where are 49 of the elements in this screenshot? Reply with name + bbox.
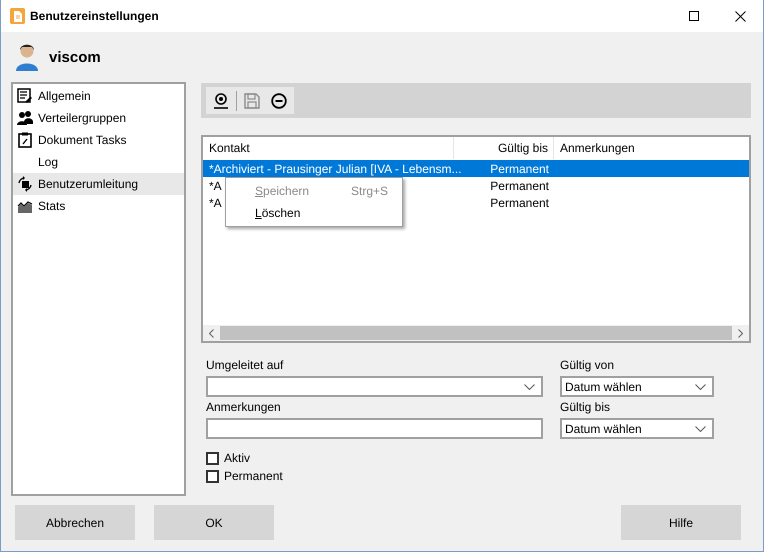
sidebar-item[interactable]: Verteilergruppen (13, 107, 184, 129)
clipboard-icon (17, 132, 33, 148)
menu-item[interactable]: Löschen (226, 202, 402, 224)
field-label: Umgeleitet auf (206, 357, 284, 374)
users-icon (17, 110, 33, 126)
checkbox[interactable] (206, 452, 219, 464)
redirect-icon (17, 176, 33, 192)
table-cell[interactable]: *Archiviert - Prausinger Julian [IVA - Lebensm... (209, 162, 462, 176)
column-header[interactable]: Anmerkungen (554, 141, 635, 155)
dialog-button[interactable]: OK (154, 505, 274, 540)
chevron-down-icon (695, 426, 706, 432)
table-cell: Permanent (490, 178, 549, 192)
column-header[interactable]: Kontakt (203, 137, 454, 159)
user-avatar-icon (15, 43, 39, 71)
sidebar-item[interactable]: Allgemein (13, 85, 184, 107)
list-edit-icon (17, 88, 33, 104)
table-cell: Permanent (490, 162, 549, 176)
chevron-down-icon (695, 384, 706, 390)
save-icon (244, 92, 260, 108)
notes-field[interactable] (206, 418, 543, 439)
checkbox[interactable] (206, 470, 219, 482)
dialog-button[interactable]: Abbrechen (15, 505, 135, 540)
document-app-icon (10, 8, 25, 24)
field-label: Anmerkungen (206, 399, 282, 416)
sidebar-item[interactable]: Dokument Tasks (13, 129, 184, 151)
user-name: viscom (49, 48, 101, 66)
date-picker[interactable]: Datum wählen (560, 376, 714, 397)
maximize-icon (689, 11, 699, 21)
field-label: Gültig von (560, 357, 616, 374)
horizontal-scrollbar[interactable] (203, 325, 749, 341)
sidebar-item[interactable]: Stats (13, 195, 184, 217)
table-cell: Permanent (490, 196, 549, 210)
checkbox-label: Permanent (224, 469, 283, 483)
redirect-dropdown[interactable] (206, 376, 543, 397)
dialog-button[interactable]: Hilfe (621, 505, 741, 540)
table-cell[interactable]: *A (209, 196, 222, 210)
selected-row[interactable]: *Archiviert - Prausinger Julian [IVA - Lebensm... Permanent (203, 160, 749, 177)
sidebar-item[interactable]: Benutzerumleitung (13, 173, 184, 195)
date-picker[interactable]: Datum wählen (560, 418, 714, 439)
window-title: Benutzereinstellungen (30, 9, 159, 23)
column-header[interactable]: Gültig bis (454, 137, 554, 159)
user-pin-icon (213, 92, 229, 108)
close-icon (734, 10, 746, 22)
chevron-down-icon (524, 384, 535, 390)
minus-circle-icon (271, 92, 287, 108)
sidebar-item[interactable]: Log (13, 151, 184, 173)
field-label: Gültig bis (560, 399, 612, 416)
checkbox-label: Aktiv (224, 451, 250, 465)
table-cell[interactable]: *A (209, 178, 222, 192)
